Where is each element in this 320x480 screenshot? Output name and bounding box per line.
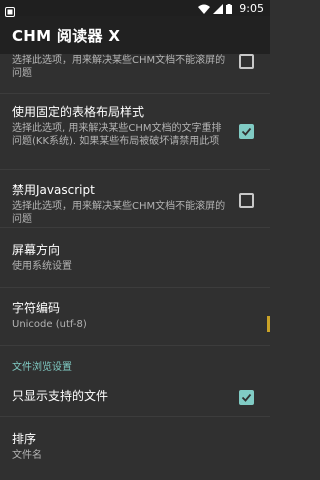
wifi-icon xyxy=(198,0,211,18)
setting-item-character-encoding[interactable]: 字符编码 Unicode (utf-8) xyxy=(0,288,270,346)
setting-title: 屏幕方向 xyxy=(12,243,61,257)
setting-summary: 选择此选项，用来解决某些CHM文档不能滚屏的问题 xyxy=(12,55,226,79)
setting-title: 排序 xyxy=(12,432,37,446)
settings-list[interactable]: 选择此选项，用来解决某些CHM文档不能滚屏的问题 使用固定的表格布局样式 选择此… xyxy=(0,54,270,480)
setting-summary: Unicode (utf-8) xyxy=(12,319,87,330)
checkbox-checked[interactable] xyxy=(239,390,254,405)
setting-summary: 选择此选项，用来解决某些CHM文档不能滚屏的问题 xyxy=(12,201,226,225)
setting-summary: 文件名 xyxy=(12,450,42,461)
app-title: CHM 阅读器 X xyxy=(12,26,121,45)
scrollbar-thumb[interactable] xyxy=(267,316,270,332)
setting-item-disable-javascript[interactable]: 禁用Javascript 选择此选项，用来解决某些CHM文档不能滚屏的问题 xyxy=(0,170,270,228)
category-file-browser-settings: 文件浏览设置 xyxy=(12,362,72,373)
setting-item-scroll-fix[interactable]: 选择此选项，用来解决某些CHM文档不能滚屏的问题 xyxy=(0,54,270,94)
setting-title: 字符编码 xyxy=(12,301,61,315)
setting-item-screen-orientation[interactable]: 屏幕方向 使用系统设置 xyxy=(0,228,270,288)
signal-icon xyxy=(213,0,224,18)
setting-summary: 使用系统设置 xyxy=(12,261,72,272)
setting-title: 使用固定的表格布局样式 xyxy=(12,105,145,119)
status-time: 9:05 xyxy=(239,1,264,15)
checkbox-checked[interactable] xyxy=(239,124,254,139)
app-bar: CHM 阅读器 X xyxy=(0,16,270,54)
notification-icon xyxy=(5,2,15,21)
battery-icon xyxy=(226,0,233,18)
setting-item-show-supported-files[interactable]: 只显示支持的文件 xyxy=(0,379,270,417)
checkbox[interactable] xyxy=(239,193,254,208)
status-bar: 9:05 xyxy=(0,0,270,18)
setting-title: 只显示支持的文件 xyxy=(12,389,109,403)
setting-item-fixed-table-layout[interactable]: 使用固定的表格布局样式 选择此选项, 用来解决某些CHM文档的文字重排问题(KK… xyxy=(0,94,270,170)
setting-item-sort[interactable]: 排序 文件名 xyxy=(0,417,270,475)
setting-title: 禁用Javascript xyxy=(12,183,95,197)
checkbox[interactable] xyxy=(239,54,254,69)
setting-summary: 选择此选项, 用来解决某些CHM文档的文字重排问题(KK系统). 如果某些布局被… xyxy=(12,123,222,147)
